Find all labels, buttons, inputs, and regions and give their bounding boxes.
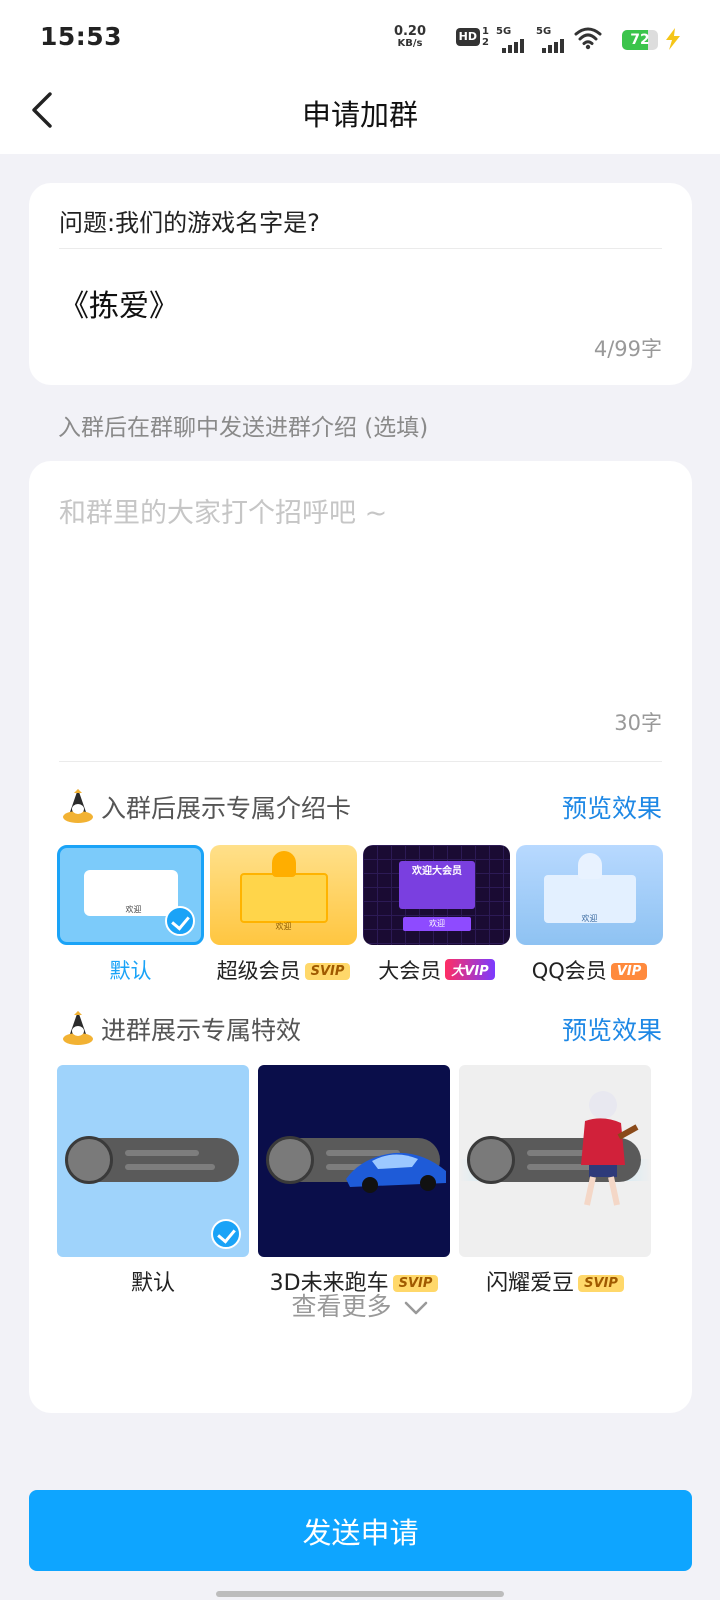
- divider: [59, 248, 662, 249]
- intro-card-preview-link[interactable]: 预览效果: [562, 789, 662, 825]
- intro-card-label-text: 超级会员: [216, 959, 301, 983]
- network-speed-value: 0.20: [393, 24, 427, 39]
- battery-level: 72: [630, 32, 650, 48]
- avatar-placeholder: [266, 1136, 314, 1184]
- status-bar: 15:53 0.20 KB/s HD 1 2 5G 5G 72: [0, 0, 720, 70]
- signal-icon-sim1: 5G: [496, 26, 530, 53]
- svip-badge: SVIP: [304, 963, 351, 980]
- intro-card-section-header: 入群后展示专属介绍卡 预览效果: [59, 783, 662, 829]
- card-preview-text: 欢迎: [275, 922, 292, 931]
- effect-3d-future-car[interactable]: 3D未来跑车 SVIP: [258, 1065, 450, 1297]
- chevron-down-icon: [405, 1301, 428, 1315]
- effect-list: 默认 3D未来跑车 SVIP 闪耀爱豆 SVIP: [57, 1065, 692, 1305]
- avatar-placeholder: [467, 1136, 515, 1184]
- question-card: 问题:我们的游戏名字是? 《拣爱》 4/99字: [29, 183, 692, 385]
- signal-icon-sim2: 5G: [536, 26, 570, 53]
- effect-bubble-preview: [65, 1136, 239, 1184]
- send-request-button[interactable]: 发送申请: [29, 1490, 692, 1571]
- intro-card-big-vip[interactable]: 欢迎大会员 欢迎 大会员 大VIP: [363, 845, 510, 985]
- penguin-mascot-icon: [272, 851, 296, 877]
- card-preview-text: 欢迎: [581, 914, 598, 923]
- charging-bolt-icon: [666, 28, 680, 50]
- penguin-mascot-icon: [578, 853, 602, 879]
- intro-card-section-title: 入群后展示专属介绍卡: [101, 794, 352, 823]
- intro-card-thumbnail: 欢迎: [57, 845, 204, 945]
- selected-check-icon: [165, 906, 195, 936]
- home-indicator[interactable]: [216, 1591, 504, 1597]
- effect-thumbnail: [459, 1065, 651, 1257]
- intro-card-thumbnail: 欢迎: [210, 845, 357, 945]
- status-time: 15:53: [40, 22, 123, 51]
- intro-section-label: 入群后在群聊中发送进群介绍 (选填): [58, 415, 429, 441]
- nav-header: 申请加群: [0, 70, 720, 154]
- avatar-placeholder: [65, 1136, 113, 1184]
- effect-section-header: 进群展示专属特效 预览效果: [59, 1005, 662, 1051]
- effect-thumbnail: [57, 1065, 249, 1257]
- intro-card-list: 欢迎 默认 欢迎 超级会员 SVIP 欢迎大会员 欢迎 大会员 大VIP 欢迎 …: [57, 845, 692, 995]
- selected-check-icon: [211, 1219, 241, 1249]
- sim-indicator: 1 2: [482, 26, 489, 48]
- big-vip-badge: 大VIP: [445, 959, 495, 980]
- answer-char-count: 4/99字: [593, 337, 662, 361]
- intro-card-label: QQ会员 VIP: [516, 955, 663, 985]
- intro-card-thumbnail: 欢迎: [516, 845, 663, 945]
- page-title: 申请加群: [301, 98, 418, 132]
- effect-preview-link[interactable]: 预览效果: [562, 1011, 662, 1047]
- network-speed-unit: KB/s: [397, 38, 423, 49]
- intro-char-count: 30字: [614, 711, 662, 735]
- card-preview-button: 欢迎: [403, 917, 471, 931]
- intro-card-label-text: 默认: [109, 959, 152, 983]
- crown-penguin-icon: [63, 789, 93, 823]
- intro-card-svip[interactable]: 欢迎 超级会员 SVIP: [210, 845, 357, 985]
- card-preview-shape: [240, 873, 328, 923]
- sports-car-icon: [346, 1152, 446, 1193]
- idol-character-icon: [581, 1091, 639, 1206]
- crown-penguin-icon: [63, 1011, 93, 1045]
- intro-message-input[interactable]: [59, 491, 659, 671]
- intro-card-thumbnail: 欢迎大会员 欢迎: [363, 845, 510, 945]
- battery-icon: 72: [622, 30, 658, 50]
- intro-card-panel: 30字 入群后展示专属介绍卡 预览效果 欢迎 默认 欢迎: [29, 461, 692, 1413]
- question-text: 问题:我们的游戏名字是?: [59, 209, 320, 237]
- network-speed: 0.20 KB/s: [390, 24, 430, 50]
- intro-card-default[interactable]: 欢迎 默认: [57, 845, 204, 985]
- effect-section-title: 进群展示专属特效: [101, 1016, 302, 1045]
- effect-thumbnail: [258, 1065, 450, 1257]
- card-preview-text: 欢迎大会员: [412, 866, 462, 877]
- effect-shining-idol[interactable]: 闪耀爱豆 SVIP: [459, 1065, 651, 1297]
- hd-voice-icon: HD: [455, 28, 480, 46]
- divider: [59, 761, 662, 762]
- intro-card-label-text: QQ会员: [531, 959, 607, 983]
- intro-card-label-text: 大会员: [378, 959, 442, 983]
- view-more-link[interactable]: 查看更多: [29, 1287, 692, 1323]
- answer-field[interactable]: 《拣爱》: [59, 281, 179, 325]
- view-more-label: 查看更多: [291, 1292, 392, 1321]
- vip-badge: VIP: [610, 963, 648, 980]
- effect-default[interactable]: 默认: [57, 1065, 249, 1297]
- status-icons: 0.20 KB/s HD 1 2 5G 5G 72: [380, 22, 680, 56]
- intro-card-qq-vip[interactable]: 欢迎 QQ会员 VIP: [516, 845, 663, 985]
- intro-card-label: 默认: [57, 955, 204, 985]
- intro-card-label: 超级会员 SVIP: [210, 955, 357, 985]
- intro-card-label: 大会员 大VIP: [363, 955, 510, 985]
- wifi-icon: [574, 27, 602, 50]
